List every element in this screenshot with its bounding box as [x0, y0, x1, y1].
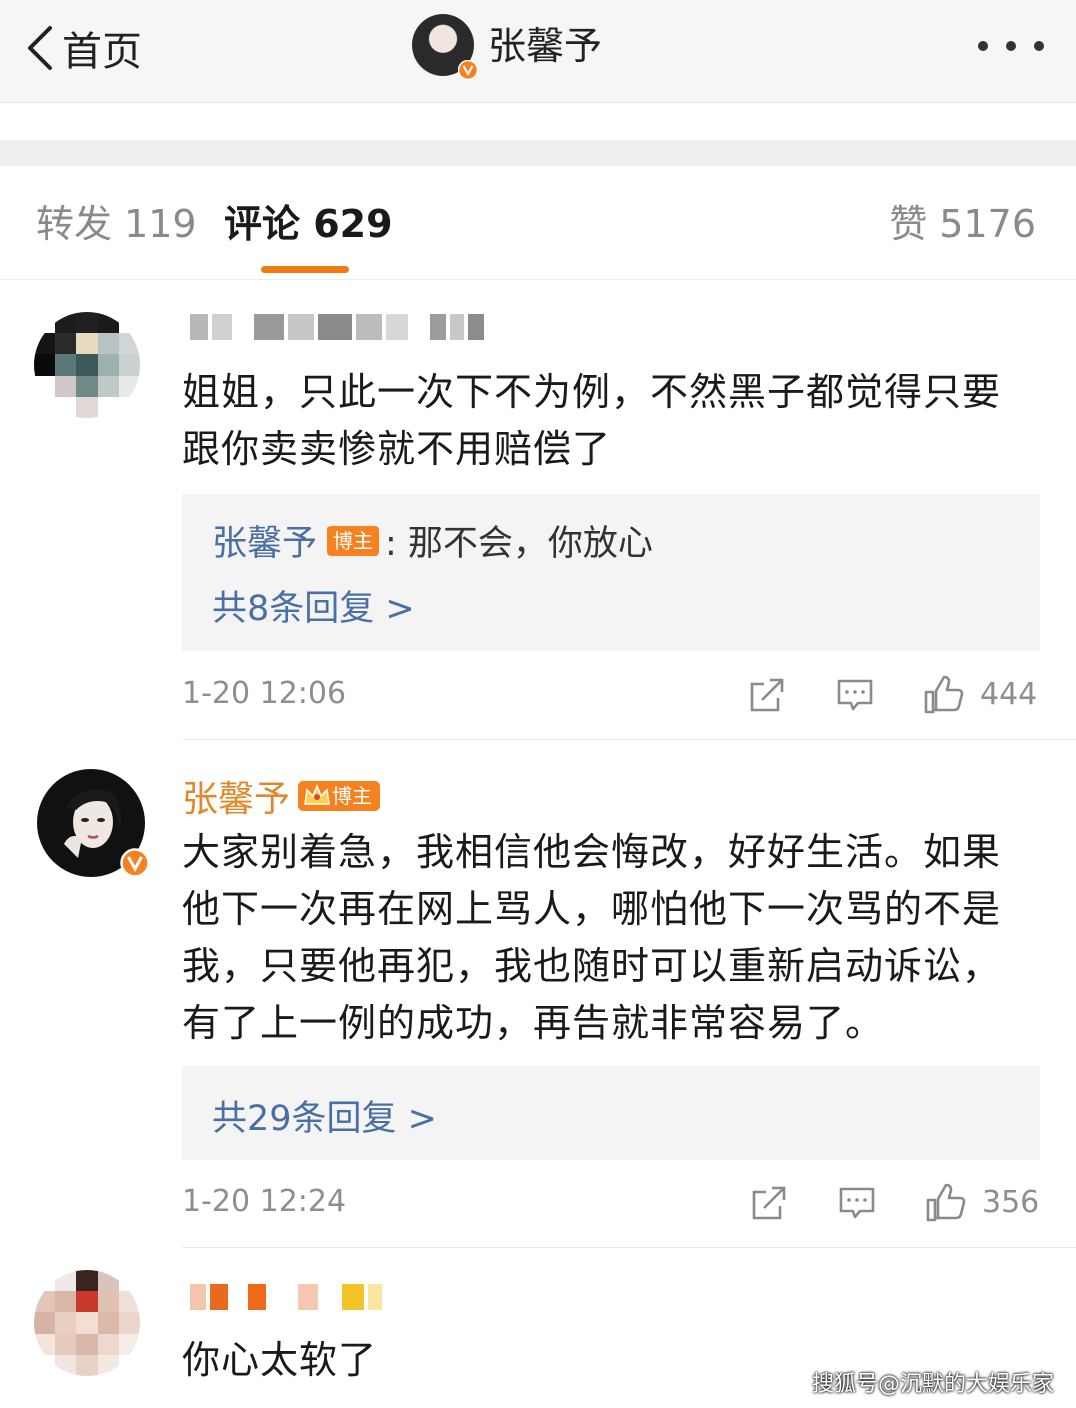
verified-v-icon [458, 60, 478, 80]
comment-timestamp: 1-20 12:24 [182, 1184, 347, 1219]
tab-repost[interactable]: 转发 119 [36, 198, 197, 250]
back-label: 首页 [62, 29, 142, 75]
more-dot [978, 41, 988, 51]
active-tab-indicator [261, 266, 349, 273]
page-title: 张馨予 [488, 24, 603, 68]
crown-icon [304, 783, 330, 805]
blogger-badge: 博主 [298, 781, 381, 811]
comment-icon[interactable] [836, 677, 874, 713]
pixelated-avatar [34, 312, 140, 418]
divider [182, 739, 1076, 740]
avatar[interactable] [34, 1270, 140, 1376]
tab-like[interactable]: 赞 5176 [889, 198, 1036, 250]
like-count: 444 [980, 677, 1038, 712]
reply-author[interactable]: 张馨予 [212, 515, 317, 566]
like-thumb-icon[interactable] [922, 674, 964, 716]
reply-preview: 张馨予 博主 : 那不会，你放心 [212, 515, 653, 566]
view-replies-link[interactable]: 共29条回复 > [212, 1090, 437, 1141]
author-avatar[interactable] [36, 768, 150, 878]
more-button[interactable] [978, 26, 1044, 66]
like-thumb-icon[interactable] [924, 1182, 966, 1224]
watermark: 搜狐号@沉默的大娱乐家 [811, 1372, 1054, 1397]
verified-v-icon [120, 848, 150, 878]
more-dot [1034, 41, 1044, 51]
more-dot [1006, 41, 1016, 51]
section-separator [0, 140, 1076, 166]
blurred-username[interactable] [190, 314, 484, 340]
tab-comment[interactable]: 评论 629 [224, 198, 393, 250]
blogger-badge: 博主 [327, 525, 380, 556]
pixelated-avatar [34, 1270, 140, 1376]
divider [182, 1247, 1076, 1248]
nav-avatar[interactable] [412, 14, 478, 80]
view-replies-link[interactable]: 共8条回复 > [212, 580, 415, 631]
comment-text: 大家别着急，我相信他会悔改，好好生活。如果他下一次再在网上骂人，哪怕他下一次骂的… [182, 830, 1002, 1045]
like-count: 356 [982, 1185, 1040, 1220]
avatar[interactable] [34, 312, 140, 418]
badge-label: 博主 [332, 784, 373, 808]
blurred-username[interactable] [190, 1284, 382, 1310]
reply-text: : 那不会，你放心 [385, 524, 653, 564]
comment-timestamp: 1-20 12:06 [182, 676, 347, 711]
author-line: 张馨予 博主 [182, 770, 381, 822]
divider [0, 279, 1076, 280]
comment-text: 姐姐，只此一次下不为例，不然黑子都觉得只要跟你卖卖惨就不用赔偿了 [182, 370, 1002, 471]
share-icon[interactable] [750, 1184, 788, 1222]
author-name[interactable]: 张馨予 [182, 770, 290, 822]
share-icon[interactable] [748, 676, 786, 714]
comment-icon[interactable] [838, 1185, 876, 1221]
back-button[interactable]: 首页 [24, 18, 142, 78]
back-chevron-icon [28, 26, 52, 70]
